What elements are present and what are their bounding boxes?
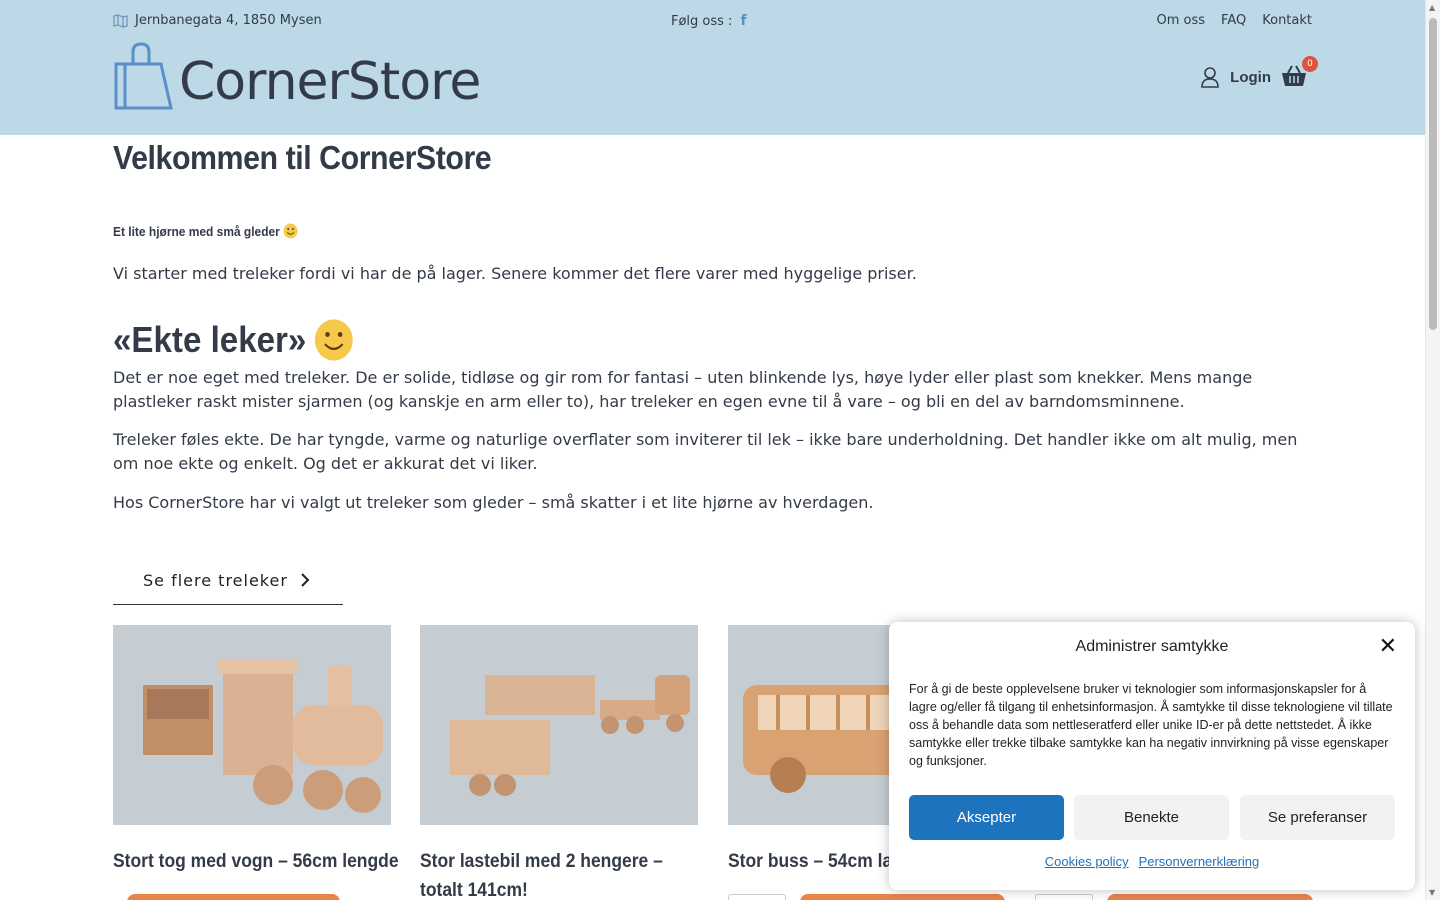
- smiley-icon: [314, 319, 353, 361]
- chevron-right-icon: [301, 573, 310, 587]
- paragraph-1: Det er noe eget med treleker. De er soli…: [113, 368, 1253, 411]
- shopping-bag-icon: [114, 42, 173, 110]
- product-title-line2: totalt 141cm!: [420, 880, 528, 900]
- user-icon[interactable]: [1200, 66, 1220, 88]
- link-kontakt[interactable]: Kontakt: [1262, 13, 1312, 28]
- top-links: Om oss FAQ Kontakt: [1157, 13, 1312, 28]
- paragraph-3: Hos CornerStore har vi valgt ut treleker…: [113, 493, 874, 512]
- product-card[interactable]: Stort tog med vogn – 56cm lengde: [113, 625, 399, 876]
- smiley-icon: [283, 223, 298, 239]
- cart-count-badge: 0: [1302, 56, 1318, 72]
- deny-button[interactable]: Benekte: [1074, 795, 1229, 840]
- consent-links: Cookies policy Personvernerklæring: [889, 854, 1415, 869]
- close-icon[interactable]: ✕: [1379, 636, 1397, 658]
- section-title-text: «Ekte leker»: [113, 319, 307, 360]
- preferences-button[interactable]: Se preferanser: [1240, 795, 1395, 840]
- quantity-input[interactable]: [1035, 894, 1093, 900]
- address-text: Jernbanegata 4, 1850 Mysen: [135, 13, 322, 28]
- site-header: Jernbanegata 4, 1850 Mysen Følg oss : f …: [0, 0, 1425, 135]
- cart-button[interactable]: 0: [1281, 56, 1318, 90]
- accept-button[interactable]: Aksepter: [909, 795, 1064, 840]
- follow-label: Følg oss :: [671, 13, 733, 29]
- more-toys-button[interactable]: Se flere treleker: [113, 556, 343, 605]
- more-toys-label: Se flere treleker: [143, 570, 288, 590]
- link-om-oss[interactable]: Om oss: [1157, 13, 1206, 28]
- product-title-line1: Stor lastebil med 2 hengere –: [420, 851, 663, 872]
- account-area: Login 0: [1200, 56, 1318, 90]
- cookies-policy-link[interactable]: Cookies policy: [1045, 854, 1129, 869]
- add-to-cart-button[interactable]: [1107, 894, 1313, 900]
- login-link[interactable]: Login: [1230, 69, 1271, 86]
- scroll-thumb[interactable]: [1429, 18, 1437, 330]
- facebook-icon[interactable]: f: [740, 13, 746, 29]
- add-to-cart-button[interactable]: [127, 894, 340, 900]
- page-title: Velkommen til CornerStore: [113, 139, 492, 176]
- intro-text: Vi starter med treleker fordi vi har de …: [113, 264, 917, 283]
- add-to-cart-button[interactable]: [800, 894, 1005, 900]
- top-bar: Jernbanegata 4, 1850 Mysen Følg oss : f …: [113, 13, 1312, 31]
- page-scrollbar[interactable]: ▲ ▼: [1425, 0, 1440, 900]
- product-title[interactable]: Stor lastebil med 2 hengere – totalt 141…: [420, 847, 676, 900]
- address: Jernbanegata 4, 1850 Mysen: [113, 13, 322, 28]
- map-icon: [113, 13, 128, 28]
- product-title[interactable]: Stort tog med vogn – 56cm lengde: [113, 847, 399, 876]
- consent-title: Administrer samtykke: [1075, 638, 1229, 655]
- consent-text: For å gi de beste opplevelsene bruker vi…: [909, 682, 1393, 768]
- social-follow: Følg oss : f: [671, 13, 747, 29]
- scroll-up-icon[interactable]: ▲: [1429, 3, 1435, 12]
- quantity-input[interactable]: [728, 894, 786, 900]
- privacy-statement-link[interactable]: Personvernerklæring: [1139, 854, 1260, 869]
- tagline-text: Et lite hjørne med små gleder: [113, 223, 280, 239]
- brand-name: CornerStore: [179, 52, 481, 112]
- site-logo[interactable]: CornerStore: [113, 42, 481, 112]
- paragraph-2: Treleker føles ekte. De har tyngde, varm…: [113, 430, 1298, 473]
- section-title: «Ekte leker»: [113, 318, 354, 362]
- product-image-truck[interactable]: [420, 625, 698, 825]
- product-card[interactable]: Stor lastebil med 2 hengere – totalt 141…: [420, 625, 698, 900]
- link-faq[interactable]: FAQ: [1221, 13, 1246, 28]
- tagline: Et lite hjørne med små gleder: [113, 223, 298, 239]
- product-image-train[interactable]: [113, 625, 391, 825]
- scroll-down-icon[interactable]: ▼: [1429, 888, 1435, 897]
- cookie-consent-dialog: Administrer samtykke ✕ For å gi de beste…: [889, 622, 1415, 890]
